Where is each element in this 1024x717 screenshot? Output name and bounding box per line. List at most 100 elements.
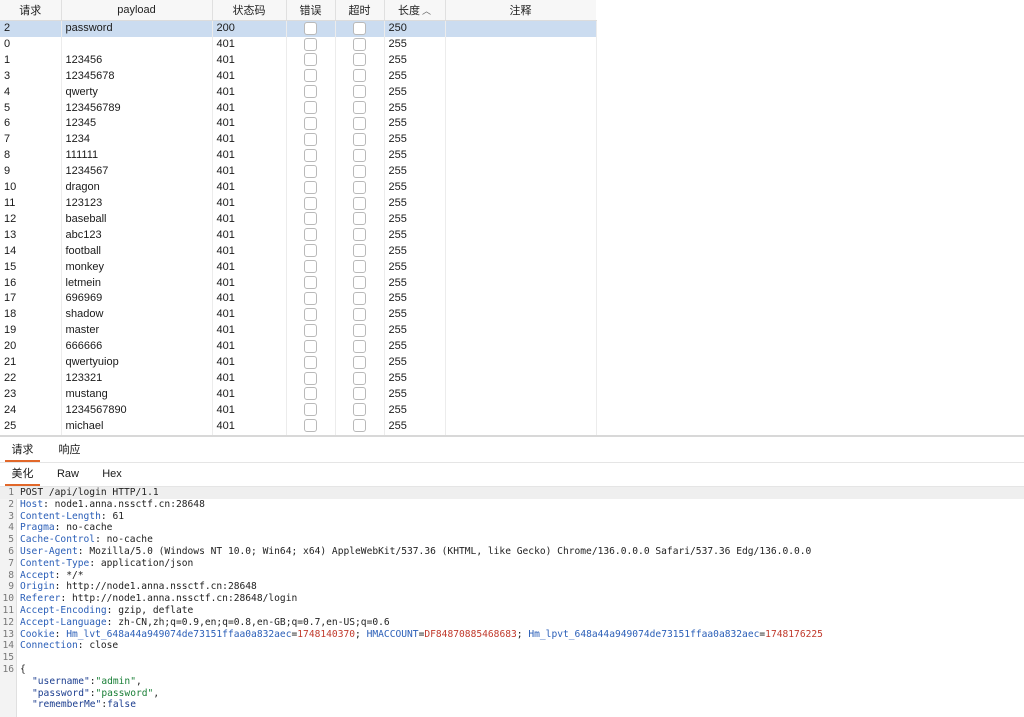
table-row[interactable]: 4 qwerty 401 255 — [0, 84, 597, 101]
error-checkbox[interactable] — [304, 244, 317, 258]
table-row[interactable]: 24 1234567890 401 255 — [0, 402, 597, 419]
timeout-checkbox[interactable] — [353, 292, 366, 305]
error-checkbox[interactable] — [304, 292, 317, 305]
timeout-checkbox[interactable] — [353, 85, 366, 99]
table-row[interactable]: 17 696969 401 255 — [0, 291, 597, 308]
table-row[interactable]: 21 qwertyuiop 401 255 — [0, 355, 597, 371]
error-checkbox[interactable] — [304, 212, 317, 226]
error-checkbox[interactable] — [304, 21, 317, 35]
error-checkbox[interactable] — [304, 371, 317, 385]
timeout-checkbox[interactable] — [353, 276, 366, 290]
table-row[interactable]: 2 password 200 250 — [0, 20, 597, 37]
table-row[interactable]: 11 123123 401 255 — [0, 195, 597, 212]
table-row[interactable]: 8 111111 401 255 — [0, 148, 597, 165]
tab-pretty[interactable]: 美化 — [5, 463, 40, 486]
timeout-checkbox[interactable] — [353, 101, 366, 115]
col-timeout-header[interactable]: 超时 — [335, 0, 385, 21]
timeout-checkbox[interactable] — [353, 164, 366, 178]
table-row[interactable]: 7 1234 401 255 — [0, 132, 597, 149]
table-row[interactable]: 0 401 255 — [0, 36, 597, 53]
error-checkbox[interactable] — [304, 323, 317, 337]
error-checkbox[interactable] — [304, 307, 317, 321]
pane-splitter[interactable] — [0, 435, 1024, 437]
table-row[interactable]: 16 letmein 401 255 — [0, 275, 597, 292]
request-editor[interactable]: 1 POST /api/login HTTP/1.1 2 Host: node1.an… — [0, 487, 1024, 717]
col-error-header[interactable]: 错误 — [286, 0, 336, 21]
error-checkbox[interactable] — [304, 180, 317, 194]
timeout-checkbox[interactable] — [353, 387, 366, 401]
col-request-header[interactable]: 请求 — [0, 0, 62, 21]
tab-request[interactable]: 请求 — [5, 441, 40, 462]
timeout-checkbox[interactable] — [353, 117, 366, 131]
table-row[interactable]: 22 123321 401 255 — [0, 370, 597, 387]
table-row[interactable]: 1 123456 401 255 — [0, 52, 597, 69]
error-checkbox[interactable] — [304, 69, 317, 83]
col-length-header[interactable]: 长度 ︿ — [384, 0, 446, 21]
error-checkbox[interactable] — [304, 117, 317, 131]
tab-raw[interactable]: Raw — [52, 463, 84, 484]
error-checkbox[interactable] — [304, 276, 317, 290]
timeout-checkbox[interactable] — [353, 244, 366, 258]
table-row[interactable]: 23 mustang 401 255 — [0, 386, 597, 403]
error-checkbox[interactable] — [304, 37, 317, 51]
tab-response[interactable]: 响应 — [52, 441, 87, 460]
timeout-checkbox[interactable] — [353, 260, 366, 274]
timeout-checkbox[interactable] — [353, 228, 366, 242]
table-row[interactable]: 12 baseball 401 255 — [0, 211, 597, 228]
timeout-checkbox[interactable] — [353, 180, 366, 194]
error-checkbox[interactable] — [304, 101, 317, 115]
timeout-checkbox[interactable] — [353, 69, 366, 83]
cell-comment — [445, 52, 597, 69]
error-checkbox[interactable] — [304, 403, 317, 417]
timeout-checkbox[interactable] — [353, 403, 366, 417]
cell-payload: michael — [61, 418, 213, 435]
error-checkbox[interactable] — [304, 387, 317, 401]
table-row[interactable]: 9 1234567 401 255 — [0, 164, 597, 181]
table-row[interactable]: 18 shadow 401 255 — [0, 307, 597, 324]
table-row[interactable]: 15 monkey 401 255 — [0, 259, 597, 276]
error-checkbox[interactable] — [304, 419, 317, 433]
cell-status: 401 — [212, 68, 287, 85]
table-row[interactable]: 5 123456789 401 255 — [0, 100, 597, 117]
timeout-checkbox[interactable] — [353, 307, 366, 321]
col-payload-header[interactable]: payload — [61, 0, 213, 21]
table-row[interactable]: 20 666666 401 255 — [0, 339, 597, 356]
error-checkbox[interactable] — [304, 260, 317, 274]
table-row[interactable]: 19 master 401 255 — [0, 323, 597, 340]
error-checkbox[interactable] — [304, 228, 317, 242]
timeout-checkbox[interactable] — [353, 371, 366, 385]
timeout-checkbox[interactable] — [353, 355, 366, 369]
header-value: */* — [66, 569, 84, 581]
timeout-checkbox[interactable] — [353, 132, 366, 146]
timeout-checkbox[interactable] — [353, 323, 366, 337]
timeout-checkbox[interactable] — [353, 148, 366, 162]
timeout-checkbox[interactable] — [353, 21, 366, 35]
table-row[interactable]: 14 football 401 255 — [0, 243, 597, 260]
table-row[interactable]: 10 dragon 401 255 — [0, 180, 597, 196]
error-checkbox[interactable] — [304, 164, 317, 178]
col-comment-header[interactable]: 注释 — [445, 0, 597, 21]
header-value: no-cache — [106, 534, 153, 546]
timeout-checkbox[interactable] — [353, 212, 366, 226]
cell-timeout — [335, 36, 385, 53]
timeout-checkbox[interactable] — [353, 53, 366, 67]
timeout-checkbox[interactable] — [353, 196, 366, 210]
timeout-checkbox[interactable] — [353, 339, 366, 353]
table-row[interactable]: 3 12345678 401 255 — [0, 68, 597, 85]
error-checkbox[interactable] — [304, 53, 317, 67]
cell-length: 255 — [384, 68, 446, 85]
error-checkbox[interactable] — [304, 196, 317, 210]
error-checkbox[interactable] — [304, 355, 317, 369]
code-text: User-Agent: Mozilla/5.0 (Windows NT 10.0… — [20, 546, 812, 557]
table-row[interactable]: 13 abc123 401 255 — [0, 227, 597, 244]
timeout-checkbox[interactable] — [353, 37, 366, 51]
table-row[interactable]: 25 michael 401 255 — [0, 418, 597, 435]
error-checkbox[interactable] — [304, 148, 317, 162]
error-checkbox[interactable] — [304, 339, 317, 353]
timeout-checkbox[interactable] — [353, 419, 366, 433]
table-row[interactable]: 6 12345 401 255 — [0, 116, 597, 133]
error-checkbox[interactable] — [304, 85, 317, 99]
tab-hex[interactable]: Hex — [96, 463, 128, 484]
col-status-header[interactable]: 状态码 — [212, 0, 287, 21]
error-checkbox[interactable] — [304, 132, 317, 146]
